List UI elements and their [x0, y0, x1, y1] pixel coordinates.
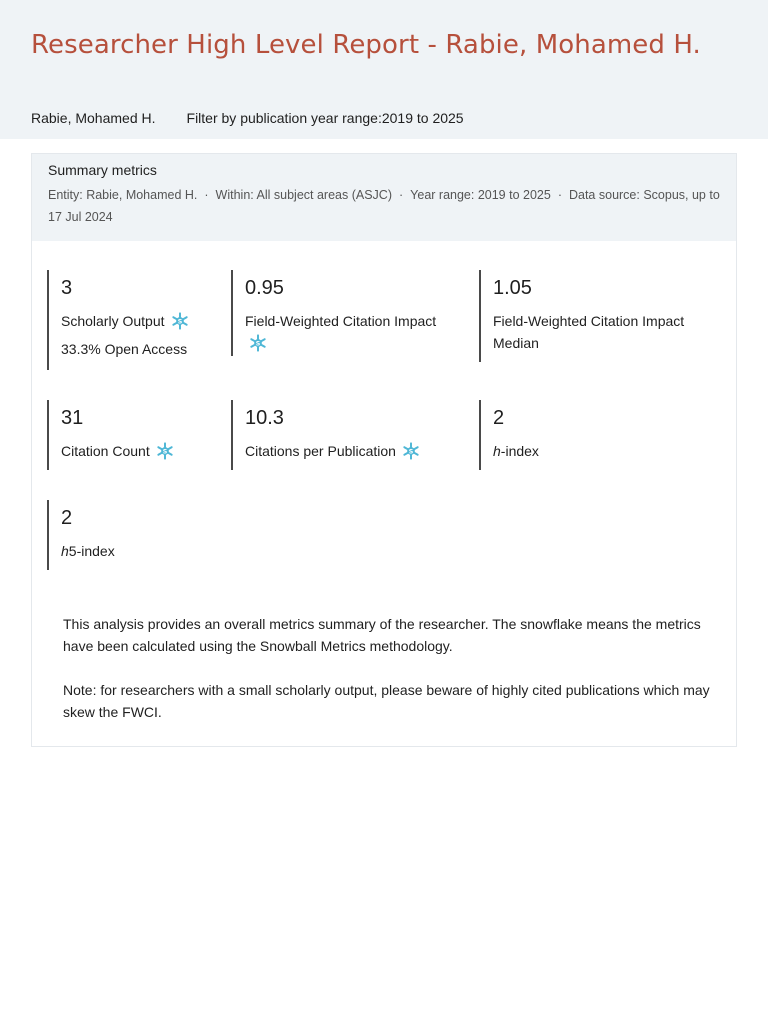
summary-panel: Summary metrics Entity: Rabie, Mohamed H…	[31, 153, 737, 747]
snowflake-icon: S	[171, 312, 188, 330]
meta-separator: ·	[399, 188, 404, 202]
metric-label: h5-index	[61, 543, 115, 559]
metric-citations-per-publication: 10.3 Citations per Publication S	[231, 400, 466, 470]
report-header: Researcher High Level Report - Rabie, Mo…	[0, 0, 768, 139]
metric-scholarly-output: 3 Scholarly Output S 33.3% Open Access	[47, 270, 217, 370]
metric-h-index: 2 h-index	[479, 400, 719, 470]
meta-year-range: Year range: 2019 to 2025	[410, 188, 551, 202]
summary-panel-header: Summary metrics Entity: Rabie, Mohamed H…	[32, 154, 736, 241]
snowflake-icon: S	[157, 442, 173, 460]
snowflake-icon: S	[250, 334, 266, 352]
entity-name: Rabie, Mohamed H.	[31, 110, 156, 126]
metric-citation-count: 31 Citation Count S	[47, 400, 217, 470]
metric-h5-index: 2 h5-index	[47, 500, 217, 570]
metric-label: Field-Weighted Citation Impact Median	[493, 313, 685, 351]
metric-value: 2	[61, 507, 73, 529]
metric-value: 2	[493, 407, 505, 429]
open-access-stat: 33.3% Open Access	[61, 341, 188, 357]
page-title: Researcher High Level Report - Rabie, Mo…	[31, 30, 701, 60]
meta-separator: ·	[204, 188, 209, 202]
metric-label: Scholarly Output	[61, 313, 165, 329]
metric-value: 10.3	[245, 407, 284, 429]
meta-entity: Entity: Rabie, Mohamed H.	[48, 188, 198, 202]
metric-label: Field-Weighted Citation Impact	[245, 313, 437, 329]
svg-text:S: S	[162, 448, 167, 455]
year-filter[interactable]: Filter by publication year range:2019 to…	[187, 110, 464, 126]
metric-value: 3	[61, 277, 73, 299]
year-filter-value: 2019 to 2025	[381, 110, 464, 126]
metric-value: 1.05	[493, 277, 532, 299]
summary-title: Summary metrics	[48, 162, 157, 178]
year-filter-label: Filter by publication year range:	[186, 110, 382, 126]
svg-text:S: S	[256, 340, 261, 347]
metric-value: 31	[61, 407, 84, 429]
snowflake-icon: S	[403, 442, 419, 460]
metric-label: h-index	[493, 443, 539, 459]
metric-value: 0.95	[245, 277, 284, 299]
note-snowflake-explanation: This analysis provides an overall metric…	[63, 616, 701, 654]
meta-within: Within: All subject areas (ASJC)	[215, 188, 392, 202]
metric-fwci: 0.95 Field-Weighted Citation Impact S	[231, 270, 466, 356]
svg-text:S: S	[409, 448, 414, 455]
meta-separator: ·	[557, 188, 562, 202]
svg-text:S: S	[177, 318, 182, 325]
analysis-notes: This analysis provides an overall metric…	[63, 613, 713, 723]
metric-fwci-median: 1.05 Field-Weighted Citation Impact Medi…	[479, 270, 719, 362]
metric-label: Citation Count	[61, 443, 150, 459]
note-fwci-warning: Note: for researchers with a small schol…	[63, 682, 710, 720]
metric-label: Citations per Publication	[245, 443, 396, 459]
summary-meta: Entity: Rabie, Mohamed H. · Within: All su…	[48, 184, 728, 228]
filter-row: Rabie, Mohamed H. Filter by publication …	[31, 110, 464, 126]
